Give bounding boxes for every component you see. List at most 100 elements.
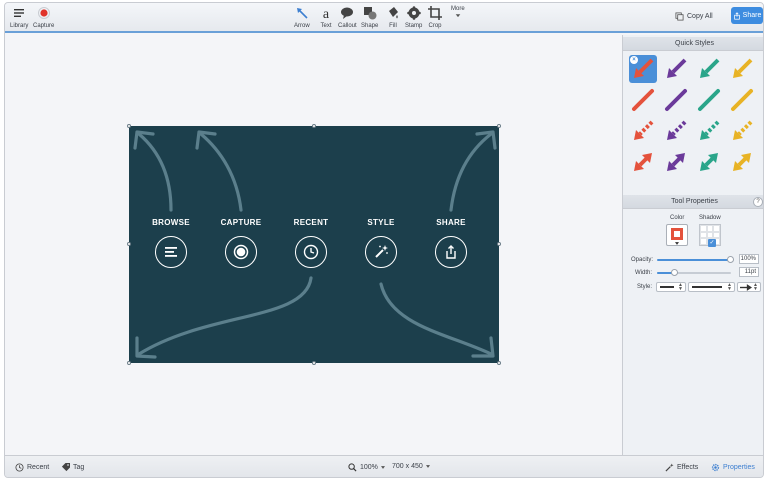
- crop-tool-icon: [428, 6, 442, 20]
- chevron-down-icon: [380, 466, 385, 469]
- stamp-tool-icon: [406, 6, 421, 20]
- resize-handle-top-left[interactable]: [127, 124, 131, 128]
- style-preview-icon: [667, 120, 687, 140]
- style-preview-icon: [665, 89, 687, 111]
- resize-handle-top[interactable]: [312, 124, 316, 128]
- effects-button[interactable]: Effects: [665, 463, 698, 472]
- copy-icon: [675, 11, 684, 21]
- properties-panel: Quick Styles × Tool Properties ? Color S…: [622, 35, 763, 455]
- tool-label: Stamp: [405, 23, 423, 29]
- quick-style-double-arrow-1[interactable]: [629, 148, 657, 176]
- quick-style-double-arrow-3[interactable]: [695, 148, 723, 176]
- quick-style-dash-arrow-2[interactable]: [662, 117, 690, 145]
- quick-style-dash-arrow-1[interactable]: [629, 117, 657, 145]
- tool-arrow-button[interactable]: Arrow: [294, 6, 310, 29]
- quick-style-line-3[interactable]: [695, 86, 723, 114]
- tool-label: Text: [320, 23, 332, 29]
- share-upload-icon: [435, 236, 467, 268]
- width-slider-knob[interactable]: [671, 269, 678, 276]
- tag-label: Tag: [73, 464, 85, 471]
- quick-style-arrow-3[interactable]: [695, 55, 723, 83]
- chevron-down-icon: [425, 465, 430, 468]
- tool-fill-button[interactable]: Fill: [386, 6, 400, 29]
- quick-style-arrow-1[interactable]: ×: [629, 55, 657, 83]
- color-label: Color: [670, 215, 685, 221]
- arrowhead-icon: [740, 284, 752, 291]
- shadow-checkbox[interactable]: ✓: [708, 239, 716, 247]
- color-picker[interactable]: [666, 224, 688, 246]
- tool-stamp-button[interactable]: Stamp: [405, 6, 422, 29]
- style-preview-icon: [700, 120, 720, 140]
- quick-style-arrow-2[interactable]: [662, 55, 690, 83]
- quick-style-dash-arrow-3[interactable]: [695, 117, 723, 145]
- zoom-control[interactable]: 100%: [348, 463, 385, 472]
- magic-wand-icon: [665, 463, 674, 472]
- arrowhead-select[interactable]: ▲ ▼: [737, 282, 761, 292]
- callout-tool-icon: [341, 7, 354, 19]
- properties-label: Properties: [723, 464, 755, 471]
- opacity-value[interactable]: 100%: [739, 254, 759, 264]
- help-button[interactable]: ?: [753, 197, 763, 207]
- svg-text:a: a: [323, 7, 330, 20]
- share-button[interactable]: Share: [731, 7, 763, 24]
- opacity-slider-knob[interactable]: [727, 256, 734, 263]
- zoom-value: 100%: [360, 464, 378, 471]
- tool-shape-button[interactable]: Shape: [361, 6, 378, 29]
- more-button[interactable]: More: [451, 6, 465, 20]
- quick-style-line-4[interactable]: [728, 86, 756, 114]
- resize-handle-bottom-left[interactable]: [127, 361, 131, 365]
- quick-style-double-arrow-4[interactable]: [728, 148, 756, 176]
- opacity-label: Opacity:: [631, 257, 654, 263]
- resize-handle-bottom-right[interactable]: [497, 361, 501, 365]
- line-style-select[interactable]: ▲ ▼: [688, 282, 735, 292]
- library-label: Library: [10, 23, 29, 29]
- stepper-icon: ▲ ▼: [678, 282, 683, 292]
- tool-crop-button[interactable]: Crop: [428, 6, 442, 29]
- image-size-control[interactable]: 700 x 450: [392, 463, 430, 470]
- stepper-icon: ▲ ▼: [727, 282, 732, 292]
- solid-line-preview: [692, 286, 722, 288]
- tool-label: Crop: [428, 23, 442, 29]
- copy-all-button[interactable]: Copy All: [675, 9, 713, 23]
- capture-section-label: CAPTURE: [220, 218, 262, 227]
- quick-style-line-2[interactable]: [662, 86, 690, 114]
- arrow-tool-icon: [296, 8, 308, 19]
- dash-style-select[interactable]: ▲ ▼: [656, 282, 686, 292]
- resize-handle-bottom[interactable]: [312, 361, 316, 365]
- resize-handle-right[interactable]: [497, 242, 501, 246]
- opacity-slider-track[interactable]: [657, 259, 731, 261]
- library-button[interactable]: Library: [10, 6, 28, 29]
- recent-section-label: RECENT: [293, 218, 329, 227]
- resize-handle-left[interactable]: [127, 242, 131, 246]
- tool-label: Callout: [338, 23, 357, 29]
- recent-label: Recent: [27, 464, 50, 471]
- resize-handle-top-right[interactable]: [497, 124, 501, 128]
- quick-style-dash-arrow-4[interactable]: [728, 117, 756, 145]
- quick-style-line-1[interactable]: [629, 86, 657, 114]
- properties-button[interactable]: Properties: [711, 463, 755, 472]
- style-preview-icon: [733, 58, 753, 78]
- dash-line-preview: [660, 286, 674, 288]
- style-preview-icon: [634, 153, 652, 171]
- capture-button[interactable]: Capture: [33, 6, 54, 29]
- tool-text-button[interactable]: a Text: [319, 6, 333, 29]
- tool-callout-button[interactable]: Callout: [338, 6, 357, 29]
- tag-button[interactable]: Tag: [61, 463, 84, 472]
- record-icon: [37, 7, 50, 19]
- tool-label: Arrow: [294, 23, 310, 29]
- style-label: Style:: [637, 284, 653, 290]
- canvas-area[interactable]: BROWSE CAPTURE RECENT STYLE SHARE: [5, 35, 622, 455]
- share-section-label: SHARE: [436, 218, 466, 227]
- quick-style-double-arrow-2[interactable]: [662, 148, 690, 176]
- shadow-label: Shadow: [699, 215, 721, 221]
- recent-button[interactable]: Recent: [15, 463, 49, 472]
- style-preview-icon: [733, 120, 753, 140]
- stepper-icon: ▲ ▼: [753, 282, 758, 292]
- tool-properties-title: Tool Properties: [671, 198, 718, 205]
- width-value[interactable]: 11pt: [739, 267, 759, 277]
- chevron-down-icon: [455, 14, 461, 18]
- quick-style-arrow-4[interactable]: [728, 55, 756, 83]
- status-bar: Recent Tag 100% 700 x 450 Effects Proper…: [5, 455, 763, 477]
- remove-style-icon[interactable]: ×: [630, 56, 638, 64]
- screenshot-image[interactable]: BROWSE CAPTURE RECENT STYLE SHARE: [129, 126, 499, 363]
